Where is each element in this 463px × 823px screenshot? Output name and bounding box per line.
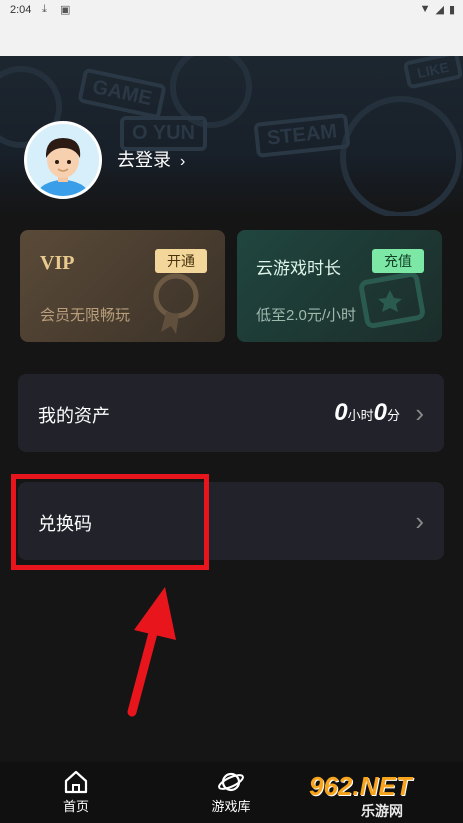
recharge-button[interactable]: 充值 [372,249,424,273]
wifi-icon: ▼ [419,3,431,15]
hero-deco-text: GAME [77,67,167,120]
vip-subtitle: 会员无限畅玩 [40,307,131,324]
assets-minutes: 0 [373,399,387,426]
chevron-right-icon: › [180,153,186,170]
home-icon [36,770,116,796]
hours-unit: 小时 [347,408,374,423]
minutes-unit: 分 [386,408,400,423]
cloud-game-title: 云游戏时长 [256,259,341,278]
vip-title: VIP [40,252,75,274]
cloud-game-subtitle: 低至2.0元/小时 [256,307,357,324]
planet-icon [191,770,271,796]
avatar[interactable] [24,121,102,199]
vip-activate-button[interactable]: 开通 [155,249,207,273]
tab-home[interactable]: 首页 [36,770,116,815]
yun-circle-decoration [340,96,462,216]
hero-deco-text: LIKE [402,56,463,90]
login-text: 去登录 [117,150,171,170]
assets-value: 0小时0分 [334,399,400,427]
battery-icon: ▮ [448,4,455,16]
vip-card[interactable]: VIP 开通 会员无限畅玩 [20,230,225,342]
watermark-logo: 962.NET 乐游网 [299,771,459,821]
tab-home-label: 首页 [62,799,89,814]
tab-game-library[interactable]: 游戏库 [191,770,271,815]
notification-icon: ▣ [60,4,71,16]
hero-deco-text: STEAM [253,113,351,158]
assets-hours: 0 [334,399,348,426]
my-assets-label: 我的资产 [38,406,110,426]
watermark-text: 962.NET [309,771,412,801]
watermark-subtext: 乐游网 [361,803,403,819]
top-bar [0,22,463,56]
status-right-icons: ▼ ◢ ▮ [420,3,455,16]
vip-medal-icon [153,273,199,334]
status-time: 2:04 [10,4,32,16]
user-avatar-icon [27,124,99,196]
tab-game-library-label: 游戏库 [211,799,251,814]
cloud-game-time-card[interactable]: 云游戏时长 充值 低至2.0元/小时 [237,230,442,342]
login-link[interactable]: 去登录 › [117,146,185,172]
download-icon: ⤓ [42,3,47,15]
signal-icon: ◢ [435,4,444,16]
chevron-right-icon: › [415,506,424,536]
status-bar: 2:04 ⤓ ▣ ▼ ◢ ▮ [0,0,463,22]
highlight-box [11,474,209,570]
cloud-card-decoration-icon [359,271,425,329]
my-assets-row[interactable]: 我的资产 0小时0分 › [18,374,444,452]
chevron-right-icon: › [415,398,424,428]
